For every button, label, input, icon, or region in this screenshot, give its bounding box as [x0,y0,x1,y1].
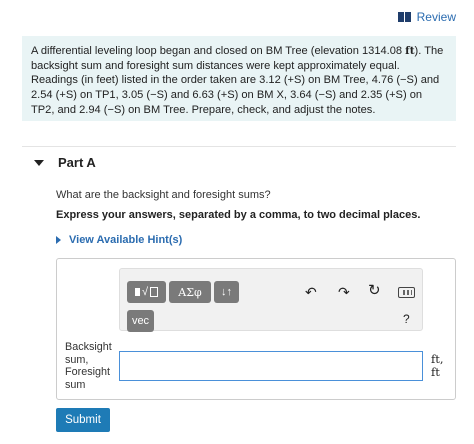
field-label-line: Backsight [65,341,112,353]
vector-button[interactable]: vec [127,310,154,332]
help-button[interactable]: ? [403,313,410,325]
keyboard-icon[interactable] [398,287,415,298]
field-label-line: Foresight [65,366,111,378]
template-block-icon [134,288,140,296]
answer-input[interactable] [119,351,423,381]
answer-field-label: Backsight sum, Foresight sum [65,341,112,391]
book-icon [397,12,411,22]
review-label: Review [416,10,456,24]
problem-statement: A differential leveling loop began and c… [22,36,456,121]
review-link[interactable]: Review [397,10,456,24]
problem-text-start: A differential leveling loop began and c… [31,45,406,57]
math-toolbar: √ ΑΣφ ↓↑ vec ↶ ↷ ↻ ? [119,268,423,332]
hint-label: View Available Hint(s) [69,234,183,246]
collapse-triangle-icon[interactable] [34,159,44,166]
field-label-line: sum, [65,353,89,366]
view-hints-link[interactable]: View Available Hint(s) [56,234,182,246]
redo-icon[interactable]: ↷ [338,285,350,299]
submit-button[interactable]: Submit [56,408,110,432]
problem-unit: ft [405,45,415,57]
template-label: √ [141,286,149,298]
part-label: Part A [58,155,96,170]
reset-icon[interactable]: ↻ [368,283,381,298]
answer-units: ft, ft [431,353,444,379]
expand-arrow-icon [56,236,61,244]
answer-box: √ ΑΣφ ↓↑ vec ↶ ↷ ↻ ? Backsight sum, Fore… [56,258,456,400]
part-a-header[interactable]: Part A [22,146,456,178]
templates-button[interactable]: √ [127,281,166,303]
template-box-icon [150,287,159,297]
field-label-line: sum [65,378,86,391]
answer-instruction: Express your answers, separated by a com… [56,209,421,221]
undo-icon[interactable]: ↶ [305,285,317,299]
question-prompt: What are the backsight and foresight sum… [56,189,271,201]
greek-symbols-button[interactable]: ΑΣφ [169,281,211,303]
sort-arrows-button[interactable]: ↓↑ [214,281,239,303]
unit-line: ft [431,365,440,379]
